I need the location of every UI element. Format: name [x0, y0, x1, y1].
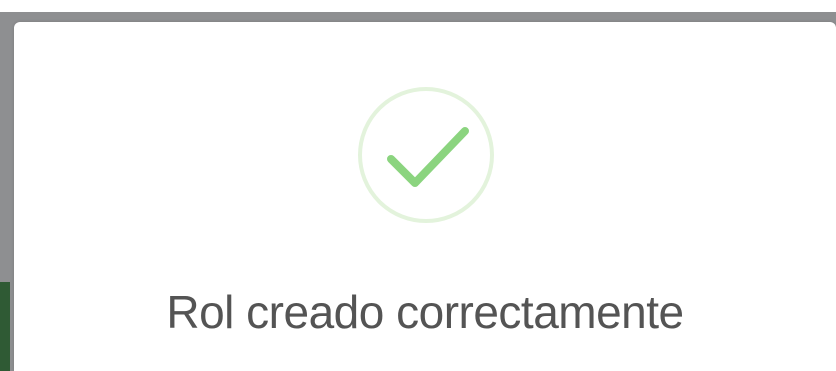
success-dialog: Rol creado correctamente [14, 22, 836, 371]
dialog-message: Rol creado correctamente [166, 286, 684, 338]
window-top-strip [0, 0, 836, 12]
background-accent-bar [0, 282, 10, 371]
success-check-icon [357, 86, 495, 224]
